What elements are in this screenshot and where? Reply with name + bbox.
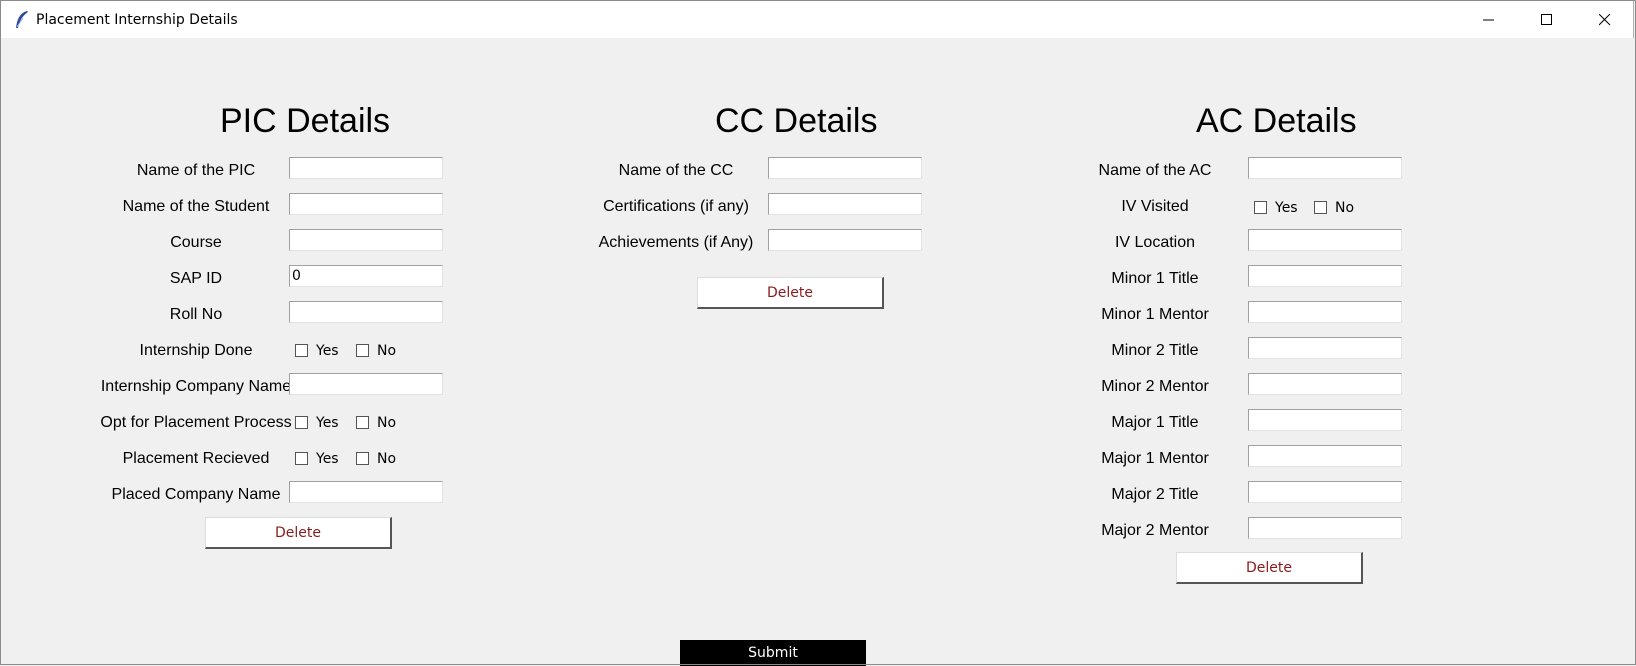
name-of-cc-label: Name of the CC bbox=[618, 162, 734, 179]
major2-title-label: Major 2 Title bbox=[1111, 486, 1199, 503]
window-title: Placement Internship Details bbox=[36, 12, 238, 28]
minimize-button[interactable] bbox=[1460, 1, 1518, 39]
name-of-pic-label: Name of the PIC bbox=[136, 162, 256, 179]
minor2-title-input[interactable] bbox=[1248, 337, 1402, 359]
opt-placement-no-label: No bbox=[377, 415, 397, 431]
pic-details-title: PIC Details bbox=[220, 102, 391, 140]
name-of-ac-input[interactable] bbox=[1248, 157, 1402, 179]
placement-received-yes-label: Yes bbox=[316, 451, 339, 467]
internship-done-no-label: No bbox=[377, 343, 397, 359]
minor2-title-label: Minor 2 Title bbox=[1111, 342, 1199, 359]
internship-done-yes-label: Yes bbox=[316, 343, 339, 359]
achievements-label: Achievements (if Any) bbox=[598, 234, 754, 251]
name-of-cc-input[interactable] bbox=[768, 157, 922, 179]
minor1-mentor-input[interactable] bbox=[1248, 301, 1402, 323]
name-of-ac-label: Name of the AC bbox=[1098, 162, 1212, 179]
major2-mentor-label: Major 2 Mentor bbox=[1101, 522, 1209, 539]
close-icon bbox=[1599, 14, 1611, 26]
cc-delete-button[interactable]: Delete bbox=[697, 277, 884, 309]
placement-received-yes-checkbox[interactable] bbox=[295, 452, 308, 465]
ac-delete-button[interactable]: Delete bbox=[1176, 552, 1363, 584]
achievements-input[interactable] bbox=[768, 229, 922, 251]
major2-mentor-input[interactable] bbox=[1248, 517, 1402, 539]
maximize-button[interactable] bbox=[1518, 1, 1576, 39]
name-of-pic-input[interactable] bbox=[289, 157, 443, 179]
iv-location-input[interactable] bbox=[1248, 229, 1402, 251]
minor1-mentor-label: Minor 1 Mentor bbox=[1101, 306, 1209, 323]
maximize-icon bbox=[1541, 14, 1552, 25]
internship-done-no-checkbox[interactable] bbox=[356, 344, 369, 357]
course-label: Course bbox=[170, 234, 222, 251]
title-bar: Placement Internship Details bbox=[0, 0, 1634, 38]
opt-placement-no-checkbox[interactable] bbox=[356, 416, 369, 429]
close-button[interactable] bbox=[1576, 1, 1634, 39]
internship-company-input[interactable] bbox=[289, 373, 443, 395]
pic-delete-button[interactable]: Delete bbox=[205, 517, 392, 549]
internship-done-label: Internship Done bbox=[139, 342, 253, 359]
certifications-label: Certifications (if any) bbox=[603, 198, 749, 215]
major1-title-input[interactable] bbox=[1248, 409, 1402, 431]
name-of-student-label: Name of the Student bbox=[122, 198, 270, 215]
major1-mentor-input[interactable] bbox=[1248, 445, 1402, 467]
placement-received-label: Placement Recieved bbox=[122, 450, 270, 467]
internship-done-yes-checkbox[interactable] bbox=[295, 344, 308, 357]
minor2-mentor-input[interactable] bbox=[1248, 373, 1402, 395]
iv-visited-label: IV Visited bbox=[1121, 198, 1189, 215]
minor1-title-label: Minor 1 Title bbox=[1111, 270, 1199, 287]
major1-mentor-label: Major 1 Mentor bbox=[1101, 450, 1209, 467]
placed-company-label: Placed Company Name bbox=[111, 486, 281, 503]
sap-id-input[interactable] bbox=[289, 265, 443, 287]
iv-visited-yes-label: Yes bbox=[1275, 200, 1298, 216]
iv-visited-no-checkbox[interactable] bbox=[1314, 201, 1327, 214]
roll-no-label: Roll No bbox=[169, 306, 223, 323]
sap-id-label: SAP ID bbox=[169, 270, 223, 287]
internship-company-label: Internship Company Name bbox=[100, 378, 292, 395]
name-of-student-input[interactable] bbox=[289, 193, 443, 215]
minor2-mentor-label: Minor 2 Mentor bbox=[1101, 378, 1209, 395]
opt-placement-label: Opt for Placement Process bbox=[100, 414, 292, 431]
placement-received-no-checkbox[interactable] bbox=[356, 452, 369, 465]
cc-details-title: CC Details bbox=[715, 102, 878, 140]
submit-button[interactable]: Submit bbox=[680, 640, 866, 666]
window-frame bbox=[0, 0, 1636, 665]
opt-placement-yes-label: Yes bbox=[316, 415, 339, 431]
feather-icon bbox=[14, 10, 30, 30]
major2-title-input[interactable] bbox=[1248, 481, 1402, 503]
ac-details-title: AC Details bbox=[1196, 102, 1357, 140]
roll-no-input[interactable] bbox=[289, 301, 443, 323]
course-input[interactable] bbox=[289, 229, 443, 251]
opt-placement-yes-checkbox[interactable] bbox=[295, 416, 308, 429]
minimize-icon bbox=[1483, 19, 1494, 21]
placement-received-no-label: No bbox=[377, 451, 397, 467]
minor1-title-input[interactable] bbox=[1248, 265, 1402, 287]
iv-visited-yes-checkbox[interactable] bbox=[1254, 201, 1267, 214]
iv-visited-no-label: No bbox=[1335, 200, 1355, 216]
major1-title-label: Major 1 Title bbox=[1111, 414, 1199, 431]
iv-location-label: IV Location bbox=[1114, 234, 1196, 251]
certifications-input[interactable] bbox=[768, 193, 922, 215]
placed-company-input[interactable] bbox=[289, 481, 443, 503]
